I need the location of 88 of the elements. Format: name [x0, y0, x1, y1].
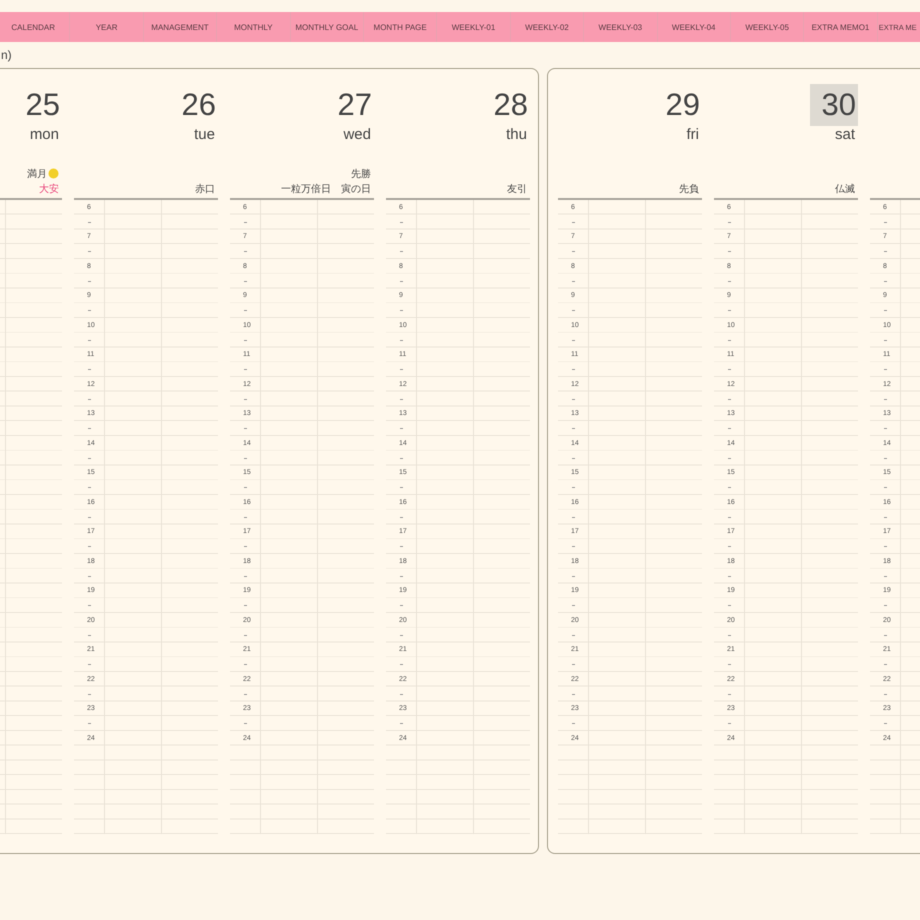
nav-tab[interactable]: CALENDAR	[0, 12, 70, 42]
half-hour-mark	[728, 428, 731, 430]
nav-tab[interactable]: MANAGEMENT	[144, 12, 218, 42]
weekday-label: sat	[834, 126, 856, 143]
half-hour-mark	[728, 723, 731, 724]
half-hour-mark	[400, 428, 403, 430]
half-hour-mark	[244, 605, 247, 606]
half-hour-mark	[572, 546, 575, 548]
nav-tab[interactable]: EXTRA MEMO1	[804, 12, 878, 42]
moon-icon	[48, 168, 59, 179]
date-number: 25	[24, 86, 61, 124]
nav-tab[interactable]: MONTH PAGE	[364, 12, 438, 42]
nav-tab[interactable]: MONTHLY	[217, 12, 291, 42]
nav-tab[interactable]: WEEKLY-02	[510, 12, 584, 42]
half-hour-mark	[884, 369, 887, 370]
half-hour-mark	[244, 310, 247, 312]
nav-tab[interactable]: WEEKLY-03	[584, 12, 658, 42]
date-number: 27	[336, 86, 373, 124]
half-hour-mark	[400, 723, 403, 724]
half-hour-mark	[244, 664, 247, 666]
half-hour-mark	[884, 310, 887, 312]
half-hour-mark	[88, 605, 91, 606]
half-hour-mark	[884, 664, 887, 666]
half-hour-mark	[400, 546, 403, 548]
half-hour-mark	[400, 605, 403, 606]
half-hour-mark	[88, 310, 91, 312]
half-hour-mark	[400, 369, 403, 370]
half-hour-mark	[244, 546, 247, 548]
nav-tab[interactable]: WEEKLY-01	[437, 12, 511, 42]
calendar-note: 先勝	[351, 168, 371, 180]
calendar-note: 仏滅	[835, 182, 855, 196]
date-number: 30	[810, 84, 858, 126]
date-number: 29	[664, 86, 701, 124]
calendar-note: 大安	[39, 182, 59, 196]
half-hour-mark	[572, 605, 575, 606]
half-hour-mark	[88, 664, 91, 666]
half-hour-mark	[884, 428, 887, 430]
nav-tab[interactable]: WEEKLY-05	[730, 12, 804, 42]
half-hour-mark	[728, 310, 731, 312]
half-hour-mark	[728, 546, 731, 548]
weekday-label: fri	[686, 126, 700, 143]
header-text: n)	[1, 48, 12, 62]
half-hour-mark	[400, 251, 403, 252]
half-hour-mark	[572, 664, 575, 666]
nav-tab[interactable]: WEEKLY-04	[658, 12, 731, 42]
nav-tab[interactable]: YEAR	[70, 12, 144, 42]
half-hour-mark	[728, 251, 731, 252]
half-hour-mark	[400, 487, 403, 488]
half-hour-mark	[244, 428, 247, 430]
half-hour-mark	[572, 369, 575, 370]
date-number: 28	[492, 86, 529, 124]
half-hour-mark	[884, 605, 887, 606]
half-hour-mark	[400, 310, 403, 312]
half-hour-mark	[244, 369, 247, 370]
half-hour-mark	[884, 546, 887, 548]
half-hour-mark	[88, 369, 91, 370]
half-hour-mark	[728, 664, 731, 666]
calendar-note: 一粒万倍日 寅の日	[281, 182, 371, 196]
weekday-label: wed	[343, 126, 372, 143]
half-hour-mark	[572, 428, 575, 430]
half-hour-mark	[88, 487, 91, 488]
calendar-note: 満月	[27, 168, 47, 180]
half-hour-mark	[244, 251, 247, 252]
half-hour-mark	[400, 664, 403, 666]
half-hour-mark	[728, 605, 731, 606]
weekday-label: tue	[194, 126, 216, 143]
calendar-note: 友引	[507, 182, 527, 196]
half-hour-mark	[728, 369, 731, 370]
half-hour-mark	[572, 487, 575, 488]
weekday-label: thu	[506, 126, 528, 143]
calendar-note: 赤口	[195, 182, 215, 196]
half-hour-mark	[884, 487, 887, 488]
half-hour-mark	[884, 251, 887, 252]
half-hour-mark	[572, 251, 575, 252]
half-hour-mark	[88, 546, 91, 548]
half-hour-mark	[572, 310, 575, 312]
date-number: 26	[180, 86, 217, 124]
half-hour-mark	[244, 487, 247, 488]
half-hour-mark	[88, 428, 91, 430]
half-hour-mark	[572, 723, 575, 724]
nav-tab[interactable]: MONTHLY GOAL	[290, 12, 364, 42]
half-hour-mark	[88, 251, 91, 252]
half-hour-mark	[728, 487, 731, 488]
half-hour-mark	[88, 723, 91, 724]
weekday-label: mon	[30, 126, 60, 143]
half-hour-mark	[244, 723, 247, 724]
calendar-note: 先負	[679, 182, 699, 196]
half-hour-mark	[884, 723, 887, 724]
